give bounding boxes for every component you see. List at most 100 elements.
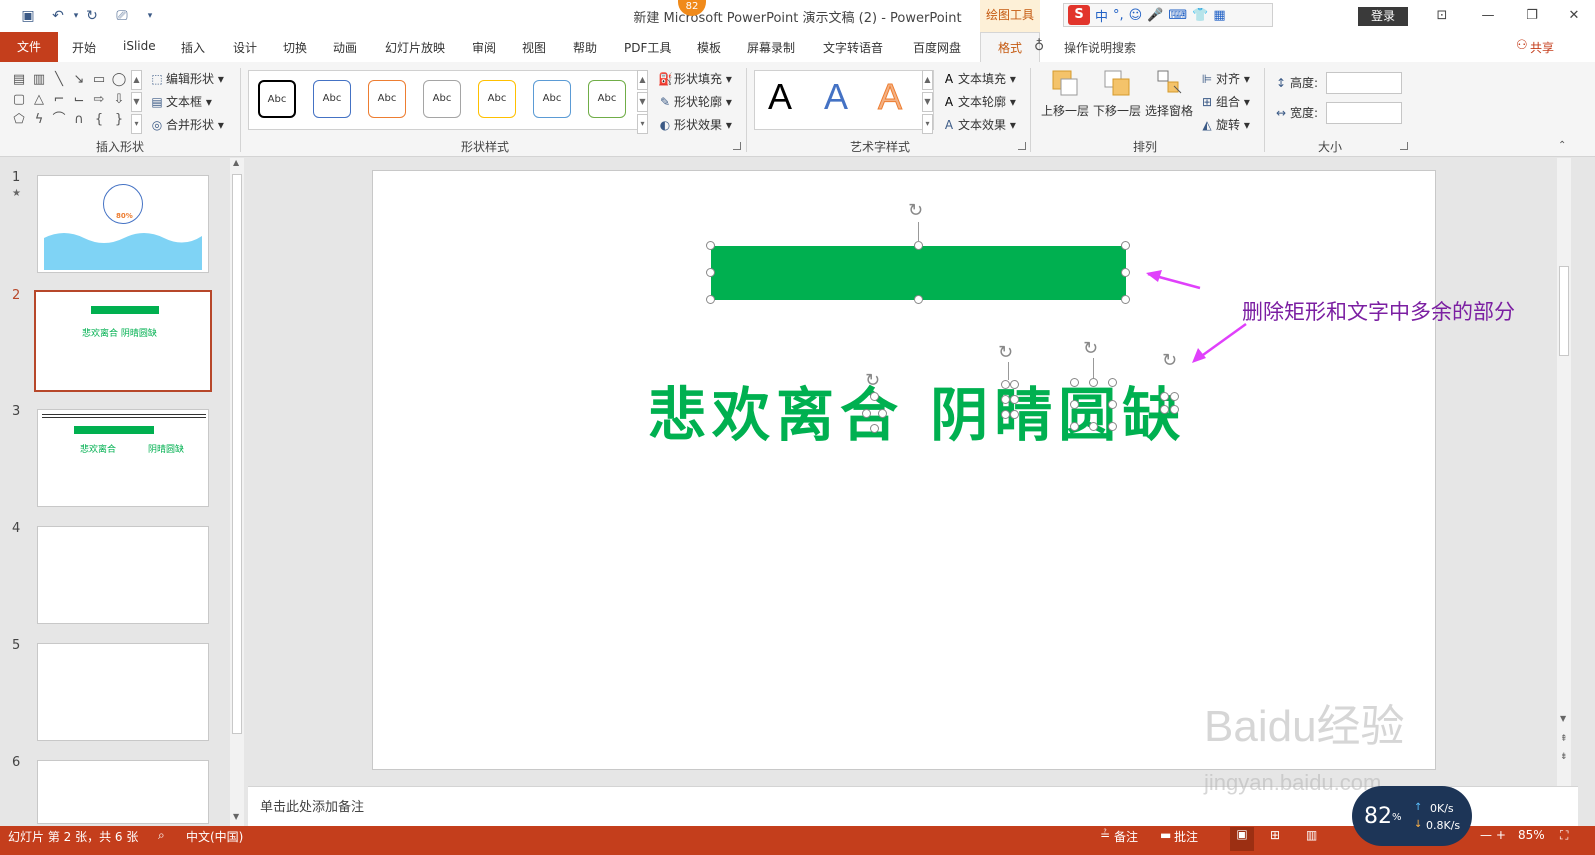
edit-shape-button[interactable]: ⬚ 编辑形状 ▾ — [150, 70, 224, 87]
resize-handle[interactable] — [1160, 405, 1169, 414]
thumbnails-scroll-thumb[interactable] — [232, 174, 242, 734]
down-arrow-shape-icon[interactable]: ⇩ — [110, 90, 128, 110]
login-button[interactable]: 登录 — [1358, 7, 1408, 26]
resize-handle[interactable] — [878, 409, 887, 418]
tab-help[interactable]: 帮助 — [573, 39, 597, 56]
tab-format[interactable]: 格式 — [980, 32, 1040, 63]
shape-styles-dialog-launcher-icon[interactable] — [733, 142, 741, 150]
tab-baidu-netdisk[interactable]: 百度网盘 — [913, 39, 961, 56]
ime-skin-icon[interactable]: 👕 — [1192, 8, 1208, 23]
merge-shapes-button[interactable]: ◎ 合并形状 ▾ — [150, 116, 224, 133]
sogou-logo-icon[interactable]: S — [1068, 5, 1090, 25]
tab-screen-recording[interactable]: 屏幕录制 — [747, 39, 795, 56]
wordart-style-blue[interactable]: A — [824, 76, 848, 118]
zoom-slider[interactable]: — + — [1480, 828, 1506, 842]
resize-handle[interactable] — [706, 268, 715, 277]
ime-keyboard-icon[interactable]: ⌨ — [1168, 8, 1187, 23]
text-box-shape-icon[interactable]: ▤ — [10, 70, 28, 90]
ime-chinese-mode[interactable]: 中 — [1095, 6, 1108, 25]
shape-style-swatch-4[interactable]: Abc — [423, 80, 461, 118]
tell-me-search[interactable]: 操作说明搜索 — [1064, 39, 1136, 56]
ime-voice-icon[interactable]: 🎤 — [1147, 8, 1163, 23]
shapes-scroll-down-icon[interactable]: ▼ — [131, 92, 142, 112]
line-shape-icon[interactable]: ╲ — [50, 70, 68, 90]
spell-check-icon[interactable]: ⌕ — [158, 828, 165, 843]
close-icon[interactable]: ✕ — [1562, 6, 1586, 26]
resize-handle[interactable] — [1121, 295, 1130, 304]
width-input[interactable] — [1326, 102, 1402, 124]
tab-insert[interactable]: 插入 — [181, 39, 205, 56]
ime-toolbox-icon[interactable]: ▦ — [1213, 8, 1225, 23]
tab-pdf-tools[interactable]: PDF工具 — [624, 39, 671, 56]
resize-handle[interactable] — [1170, 392, 1179, 401]
resize-handle[interactable] — [1089, 378, 1098, 387]
slide-thumbnail-4[interactable] — [37, 526, 209, 624]
reading-view-icon[interactable]: ▥ — [1306, 828, 1317, 842]
resize-handle[interactable] — [914, 295, 923, 304]
ime-punctuation-icon[interactable]: °, — [1113, 8, 1124, 23]
wordart-more-icon[interactable]: ▾ — [922, 114, 933, 134]
scroll-down-icon[interactable]: ▼ — [233, 812, 239, 821]
resize-handle[interactable] — [914, 241, 923, 250]
network-speed-widget[interactable]: 82 % ↑ 0K/s ↓ 0.8K/s — [1352, 786, 1472, 846]
send-backward-button[interactable]: 下移一层 — [1090, 68, 1144, 119]
ime-emoji-icon[interactable]: ☺ — [1129, 8, 1143, 23]
notes-placeholder[interactable]: 单击此处添加备注 — [260, 796, 364, 815]
notes-toggle-icon[interactable]: ≟ — [1100, 828, 1110, 842]
styles-scroll-up-icon[interactable]: ▲ — [637, 70, 648, 90]
slide-sorter-icon[interactable]: ⊞ — [1270, 828, 1280, 842]
rotate-handle-icon[interactable]: ↻ — [998, 342, 1013, 363]
wordart-scroll-up-icon[interactable]: ▲ — [922, 70, 933, 90]
scribble-shape-icon[interactable]: ϟ — [30, 110, 48, 130]
wordart-scroll-down-icon[interactable]: ▼ — [922, 92, 933, 112]
shape-style-swatch-3[interactable]: Abc — [368, 80, 406, 118]
tab-view[interactable]: 视图 — [522, 39, 546, 56]
zoom-level[interactable]: 85% — [1518, 828, 1545, 842]
styles-scroll-down-icon[interactable]: ▼ — [637, 92, 648, 112]
resize-handle[interactable] — [870, 424, 879, 433]
triangle-shape-icon[interactable]: △ — [30, 90, 48, 110]
scroll-up-icon[interactable]: ▲ — [233, 158, 239, 167]
language-indicator[interactable]: 中文(中国) — [186, 828, 243, 845]
resize-handle[interactable] — [1070, 378, 1079, 387]
resize-handle[interactable] — [1001, 395, 1010, 404]
arrow-line-shape-icon[interactable]: ↘ — [70, 70, 88, 90]
slide-thumbnail-5[interactable] — [37, 643, 209, 741]
rotate-handle-icon[interactable]: ↻ — [865, 370, 880, 391]
align-button[interactable]: ⊫ 对齐 ▾ — [1200, 70, 1250, 87]
resize-handle[interactable] — [1010, 380, 1019, 389]
resize-handle[interactable] — [1070, 400, 1079, 409]
resize-handle[interactable] — [862, 409, 871, 418]
wordart-dialog-launcher-icon[interactable] — [1018, 142, 1026, 150]
tab-text-to-speech[interactable]: 文字转语音 — [823, 39, 883, 56]
slide-thumbnail-2[interactable]: 悲欢离合 阴晴圆缺 — [34, 290, 212, 392]
right-arrow-shape-icon[interactable]: ⇨ — [90, 90, 108, 110]
tab-slideshow[interactable]: 幻灯片放映 — [385, 39, 445, 56]
rotate-handle-icon[interactable]: ↻ — [908, 200, 923, 221]
curve-shape-icon[interactable]: ∩ — [70, 110, 88, 130]
resize-handle[interactable] — [1121, 241, 1130, 250]
size-dialog-launcher-icon[interactable] — [1400, 142, 1408, 150]
shape-style-swatch-2[interactable]: Abc — [313, 80, 351, 118]
oval-shape-icon[interactable]: ◯ — [110, 70, 128, 90]
share-button[interactable]: 共享 — [1530, 39, 1554, 56]
resize-handle[interactable] — [1170, 405, 1179, 414]
notes-toggle[interactable]: 备注 — [1114, 828, 1138, 845]
rectangle-shape-icon[interactable]: ▭ — [90, 70, 108, 90]
tab-animations[interactable]: 动画 — [333, 39, 357, 56]
group-button[interactable]: ⊞ 组合 ▾ — [1200, 93, 1250, 110]
slide-thumbnail-1[interactable]: 80% — [37, 175, 209, 273]
tab-review[interactable]: 审阅 — [472, 39, 496, 56]
tab-design[interactable]: 设计 — [233, 39, 257, 56]
comments-toggle[interactable]: 批注 — [1174, 828, 1198, 845]
tab-templates[interactable]: 模板 — [697, 39, 721, 56]
resize-handle[interactable] — [1160, 392, 1169, 401]
selection-pane-button[interactable]: 选择窗格 — [1142, 68, 1196, 119]
resize-handle[interactable] — [706, 295, 715, 304]
text-fill-button[interactable]: A 文本填充 ▾ — [942, 70, 1016, 87]
shapes-scroll-up-icon[interactable]: ▲ — [131, 70, 142, 90]
shape-style-swatch-5[interactable]: Abc — [478, 80, 516, 118]
text-effects-button[interactable]: A 文本效果 ▾ — [942, 116, 1016, 133]
slide-thumbnail-3[interactable]: 悲欢离合 阴晴圆缺 — [37, 409, 209, 507]
minimize-icon[interactable]: — — [1476, 6, 1500, 26]
